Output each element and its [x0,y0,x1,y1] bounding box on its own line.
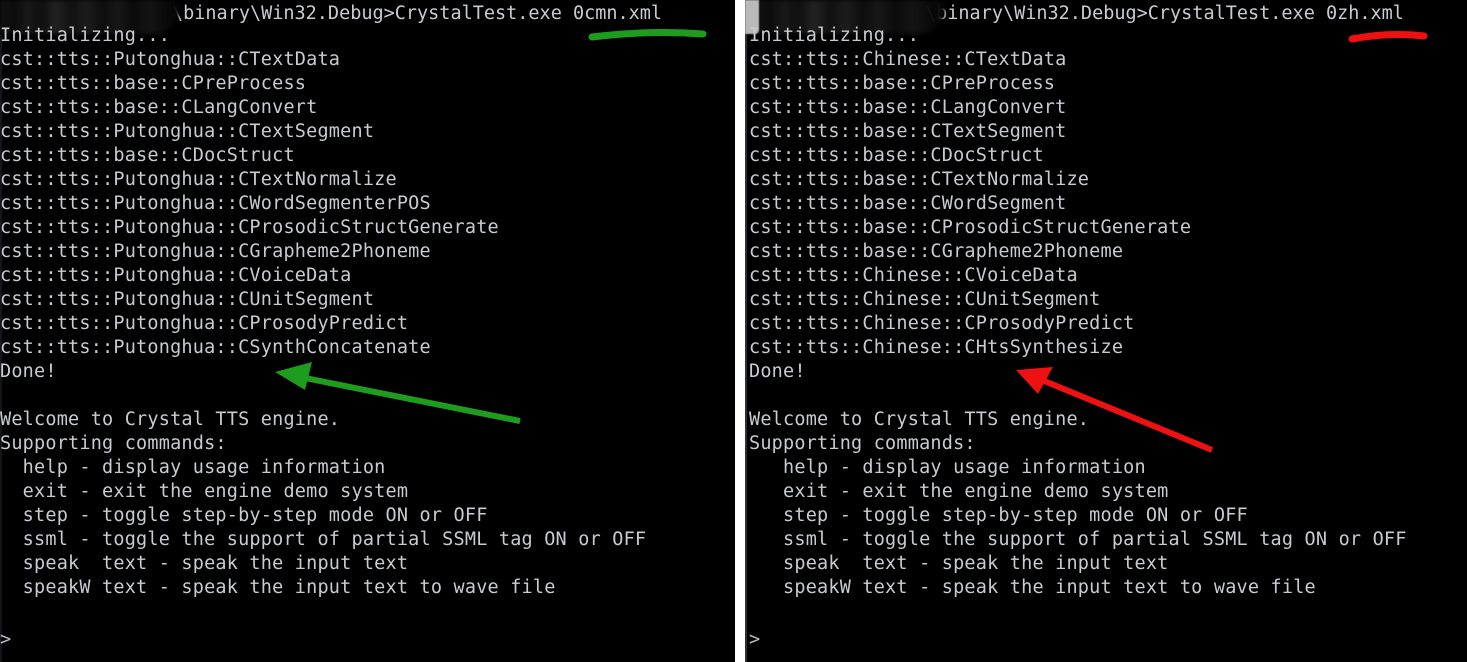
terminal-output-putonghua: Initializing... cst::tts::Putonghua::CTe… [0,25,647,598]
screen-root: \binary\Win32.Debug>CrystalTest.exe 0cmn… [0,0,1467,662]
right-edge-column [745,34,747,662]
prompt-caret-chinese[interactable]: > [749,628,760,652]
panel-divider [735,0,745,662]
prompt-caret-putonghua[interactable]: > [0,628,11,652]
terminal-output-chinese: Initializing... cst::tts::Chinese::CText… [749,25,1407,598]
console-window-chinese[interactable]: \binary\Win32.Debug>CrystalTest.exe 0zh.… [745,0,1467,662]
console-window-putonghua[interactable]: \binary\Win32.Debug>CrystalTest.exe 0cmn… [0,0,735,662]
